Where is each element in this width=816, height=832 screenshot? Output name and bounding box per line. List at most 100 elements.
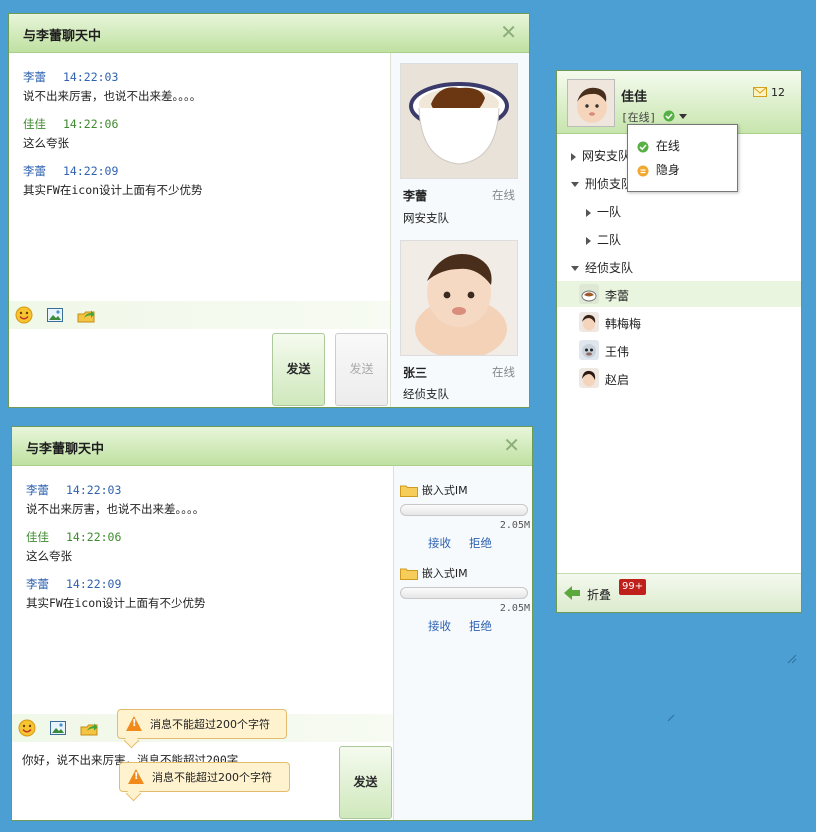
emoji-icon[interactable] <box>18 719 36 737</box>
file-name: 嵌入式IM <box>421 567 468 580</box>
warning-tooltip: 消息不能超过200个字符 <box>117 709 287 749</box>
message-text: 其实FW在icon设计上面有不少优势 <box>26 596 206 610</box>
close-icon[interactable]: ✕ <box>500 20 517 44</box>
message-text: 这么夸张 <box>23 136 69 150</box>
group-erdui[interactable]: 二队 <box>586 231 621 248</box>
file-size: 2.05M <box>499 603 530 614</box>
contact-team: 经侦支队 <box>403 387 449 401</box>
message: 佳佳 14:22:06 这么夸张 <box>23 116 383 151</box>
message-time: 14:22:03 <box>66 483 122 497</box>
share-icon[interactable] <box>80 719 98 737</box>
warning-icon <box>126 716 142 731</box>
chevron-right-icon <box>571 152 576 161</box>
message-time: 14:22:03 <box>63 70 119 84</box>
message: 李蕾 14:22:03 说不出来厉害，也说不出来差。。。。 <box>26 482 386 517</box>
resize-grip-icon <box>787 654 797 664</box>
chevron-down-icon[interactable] <box>679 114 687 119</box>
collapse-button[interactable]: 折叠 <box>587 586 611 603</box>
unread-badge[interactable]: 99+ <box>619 579 647 595</box>
status-dropdown-menu: 在线 隐身 <box>627 124 738 192</box>
chevron-down-icon <box>571 182 579 187</box>
image-icon[interactable] <box>46 306 64 324</box>
user-name: 佳佳 <box>621 90 648 105</box>
chat-titlebar: 与李蕾聊天中 ✕ <box>9 14 529 53</box>
warning-tooltip: 消息不能超过200个字符 <box>119 762 290 802</box>
message-list: 李蕾 14:22:03 说不出来厉害，也说不出来差。。。。 佳佳 14:22:06 … <box>26 482 386 623</box>
message-sender: 佳佳 <box>23 117 46 131</box>
reject-link[interactable]: 拒绝 <box>469 619 492 633</box>
file-progress-bar <box>400 504 528 516</box>
member-avatar <box>579 284 599 304</box>
status-label[interactable]: [在线] <box>621 109 656 125</box>
send-button-disabled[interactable]: 发送 <box>335 333 388 406</box>
close-icon[interactable]: ✕ <box>503 433 520 457</box>
member-name: 王伟 <box>605 345 630 359</box>
member-row[interactable]: 韩梅梅 <box>557 309 801 335</box>
group-wangan[interactable]: 网安支队 <box>571 147 630 164</box>
contact-name: 张三 <box>403 366 428 380</box>
image-icon[interactable] <box>49 719 67 737</box>
folder-icon <box>400 485 418 497</box>
message-text: 说不出来厉害，也说不出来差。。。。 <box>23 89 202 103</box>
file-transfer-item: 嵌入式IM 2.05M 接收 拒绝 <box>400 482 530 551</box>
group-yidui[interactable]: 一队 <box>586 203 621 220</box>
reject-link[interactable]: 拒绝 <box>469 536 492 550</box>
message: 李蕾 14:22:09 其实FW在icon设计上面有不少优势 <box>26 576 386 611</box>
member-row-selected[interactable]: 李蕾 <box>557 281 801 307</box>
group-label: 网安支队 <box>582 149 631 163</box>
warning-icon <box>128 769 144 784</box>
send-button[interactable]: 发送 <box>339 746 392 819</box>
emoji-icon[interactable] <box>15 306 33 324</box>
invisible-icon <box>637 165 649 176</box>
message-sender: 李蕾 <box>23 164 46 178</box>
status-option-invisible[interactable]: 隐身 <box>637 161 680 178</box>
folder-icon <box>400 568 418 580</box>
mail-icon[interactable] <box>753 87 767 97</box>
panel-footer: 折叠 99+ <box>557 573 801 612</box>
group-xingzhen[interactable]: 刑侦支队 <box>571 175 633 192</box>
message: 李蕾 14:22:03 说不出来厉害，也说不出来差。。。。 <box>23 69 383 104</box>
message-text: 其实FW在icon设计上面有不少优势 <box>23 183 203 197</box>
accept-link[interactable]: 接收 <box>428 536 451 550</box>
message-sender: 李蕾 <box>26 577 49 591</box>
message-time: 14:22:09 <box>63 164 119 178</box>
message-time: 14:22:06 <box>63 117 119 131</box>
member-avatar <box>579 312 599 332</box>
file-transfer-sidebar: 嵌入式IM 2.05M 接收 拒绝 嵌入式IM 2.05M 接收 拒绝 <box>394 466 532 820</box>
message-text: 这么夸张 <box>26 549 72 563</box>
group-label: 刑侦支队 <box>585 177 634 191</box>
online-check-icon <box>663 110 675 122</box>
message-text: 说不出来厉害，也说不出来差。。。。 <box>26 502 205 516</box>
file-name: 嵌入式IM <box>421 484 468 497</box>
warning-text: 消息不能超过200个字符 <box>152 771 272 784</box>
contact-name: 李蕾 <box>403 189 428 203</box>
message: 佳佳 14:22:06 这么夸张 <box>26 529 386 564</box>
group-label: 二队 <box>597 233 622 247</box>
chat-window-1: 与李蕾聊天中 ✕ 李蕾 14:22:03 说不出来厉害，也说不出来差。。。。 佳佳… <box>8 13 530 408</box>
contact-photo-lilei <box>400 63 518 179</box>
message-sender: 佳佳 <box>26 530 49 544</box>
collapse-arrow-icon[interactable] <box>563 585 581 601</box>
chevron-right-icon <box>586 236 591 245</box>
file-progress-bar <box>400 587 528 599</box>
contact-tree: 网安支队 刑侦支队 一队 二队 经侦支队 李蕾 韩梅梅 王伟 赵启 <box>557 134 801 574</box>
message-sender: 李蕾 <box>23 70 46 84</box>
send-button[interactable]: 发送 <box>272 333 325 406</box>
chevron-right-icon <box>586 208 591 217</box>
contact-sidebar: 李蕾 在线 网安支队 张三 在线 经侦支队 <box>391 53 529 407</box>
avatar[interactable] <box>567 79 615 127</box>
member-row[interactable]: 赵启 <box>557 365 801 391</box>
chat-title: 与李蕾聊天中 <box>23 29 102 44</box>
resize-grip-icon <box>667 714 675 722</box>
accept-link[interactable]: 接收 <box>428 619 451 633</box>
chat-titlebar: 与李蕾聊天中 ✕ <box>12 427 532 466</box>
member-avatar <box>579 368 599 388</box>
member-name: 韩梅梅 <box>605 317 642 331</box>
contact-team: 网安支队 <box>403 211 449 225</box>
member-row[interactable]: 王伟 <box>557 337 801 363</box>
share-icon[interactable] <box>77 306 95 324</box>
message-time: 14:22:06 <box>66 530 122 544</box>
file-transfer-item: 嵌入式IM 2.05M 接收 拒绝 <box>400 565 530 634</box>
group-jingzhen[interactable]: 经侦支队 <box>571 259 633 276</box>
status-option-online[interactable]: 在线 <box>637 137 680 154</box>
